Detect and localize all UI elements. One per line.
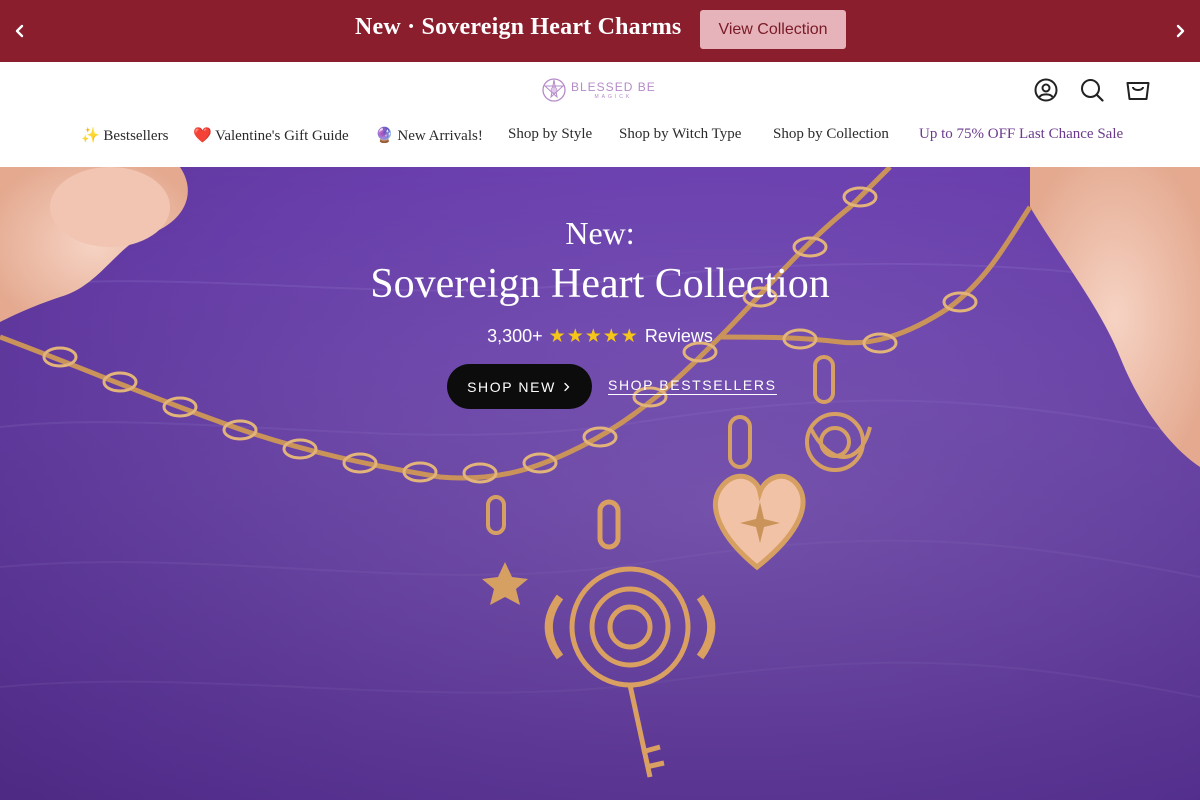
search-icon[interactable] xyxy=(1080,78,1104,102)
logo[interactable]: BLESSED BE MAGICK xyxy=(541,76,656,104)
account-icon[interactable] xyxy=(1034,78,1058,102)
nav-item-bestsellers[interactable]: ✨ Bestsellers xyxy=(81,126,168,145)
nav-item-shop-by-style[interactable]: Shop by Style xyxy=(508,126,592,143)
shop-new-label: SHOP NEW xyxy=(467,378,556,395)
chevron-left-icon[interactable] xyxy=(8,19,32,43)
hero-kicker: New: xyxy=(565,215,635,251)
chevron-right-icon xyxy=(564,382,570,391)
shop-new-button[interactable]: SHOP NEW xyxy=(447,364,592,409)
reviews-label: Reviews xyxy=(644,326,713,346)
hero-banner[interactable]: New: Sovereign Heart Collection 3,300+ ★… xyxy=(0,167,1200,800)
announcement-bar: New · Sovereign Heart Charms View Collec… xyxy=(0,0,1200,62)
nav-item-valentines-gift-guide[interactable]: ❤️ Valentine's Gift Guide xyxy=(193,126,349,145)
cart-icon[interactable] xyxy=(1126,78,1150,102)
star-rating-icon: ★★★★★ xyxy=(548,326,639,347)
reviews-count: 3,300+ xyxy=(487,326,543,346)
shop-bestsellers-link[interactable]: SHOP BESTSELLERS xyxy=(608,377,777,395)
main-nav: ✨ Bestsellers ❤️ Valentine's Gift Guide … xyxy=(0,126,1200,146)
hero-title: Sovereign Heart Collection xyxy=(370,261,830,307)
nav-item-shop-by-collection[interactable]: Shop by Collection xyxy=(773,126,889,143)
logo-text: BLESSED BE xyxy=(571,79,656,94)
nav-item-new-arrivals[interactable]: 🔮 New Arrivals! xyxy=(375,126,483,145)
pentacle-logo-icon xyxy=(542,78,566,102)
nav-item-shop-by-witch-type[interactable]: Shop by Witch Type xyxy=(619,126,741,143)
site-header: BLESSED BE MAGICK ✨ Bestsellers ❤️ Valen… xyxy=(0,62,1200,167)
logo-subtext: MAGICK xyxy=(594,93,633,100)
chevron-right-icon[interactable] xyxy=(1168,19,1192,43)
view-collection-button[interactable]: View Collection xyxy=(700,10,846,49)
hero-reviews: 3,300+ ★★★★★ Reviews xyxy=(0,325,1200,348)
nav-item-last-chance-sale[interactable]: Up to 75% OFF Last Chance Sale xyxy=(919,126,1123,143)
announcement-message: New · Sovereign Heart Charms xyxy=(355,14,682,40)
